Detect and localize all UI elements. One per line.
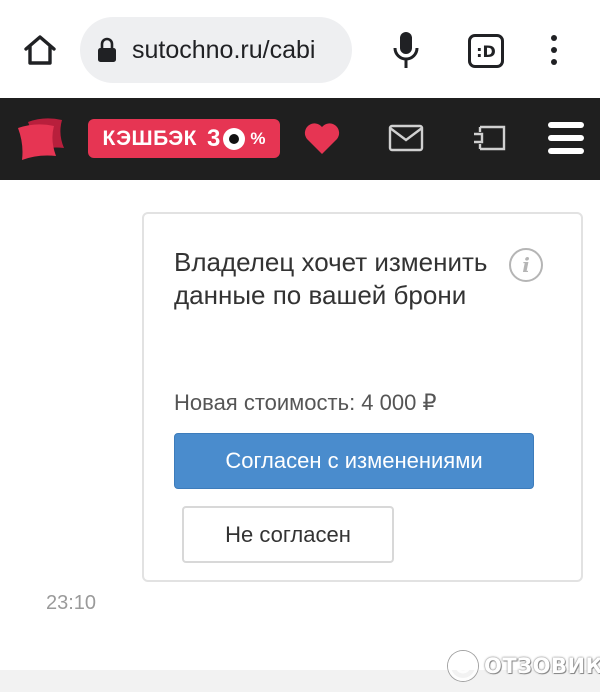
browser-toolbar: sutochno.ru/cabi :D: [0, 0, 600, 98]
heart-icon: [304, 123, 340, 154]
otzovik-watermark: ОТЗОВИК: [448, 648, 600, 684]
menu-line-icon: [548, 122, 584, 128]
mail-icon: [388, 124, 424, 152]
browser-menu-button[interactable]: [540, 32, 568, 68]
watermark-logo-icon: [448, 651, 478, 681]
cashback-percent: %: [250, 128, 266, 148]
site-header: КЭШБЭК 3 %: [0, 98, 600, 180]
address-bar[interactable]: sutochno.ru/cabi: [80, 17, 352, 83]
request-title: Владелец хочет изменить данные по вашей …: [174, 247, 488, 310]
new-price: Новая стоимость: 4 000 ₽: [174, 390, 437, 415]
message-time: 23:10: [46, 592, 97, 614]
site-menu-button[interactable]: [548, 120, 584, 156]
pillow-logo-icon: [18, 118, 64, 160]
microphone-icon: [393, 32, 419, 68]
home-icon: [24, 35, 56, 65]
login-icon: [474, 125, 506, 151]
agree-button[interactable]: Согласен с изменениями: [174, 433, 534, 489]
cashback-badge[interactable]: КЭШБЭК 3 %: [88, 119, 280, 158]
messages-button[interactable]: [388, 124, 424, 152]
cashback-value: 3: [206, 124, 221, 152]
dot-icon: [551, 59, 557, 65]
sutochno-logo[interactable]: [14, 114, 68, 164]
chat-content: Владелец хочет изменить данные по вашей …: [0, 180, 600, 670]
menu-line-icon: [548, 148, 584, 154]
favorites-button[interactable]: [303, 122, 341, 156]
cashback-label: КЭШБЭК: [102, 126, 197, 150]
dot-icon: [551, 35, 557, 41]
eye-icon: [223, 127, 246, 150]
lock-icon: [96, 36, 118, 64]
url-text: sutochno.ru/cabi: [132, 35, 316, 64]
disagree-button[interactable]: Не согласен: [182, 506, 394, 563]
tabs-button[interactable]: :D: [468, 34, 504, 68]
home-button[interactable]: [18, 30, 62, 70]
menu-line-icon: [548, 135, 584, 141]
dot-icon: [551, 47, 557, 53]
account-button[interactable]: [472, 123, 508, 153]
change-request-card: Владелец хочет изменить данные по вашей …: [142, 212, 583, 582]
voice-search-button[interactable]: [388, 28, 424, 72]
watermark-text: ОТЗОВИК: [484, 654, 600, 678]
info-icon[interactable]: i: [509, 248, 543, 282]
